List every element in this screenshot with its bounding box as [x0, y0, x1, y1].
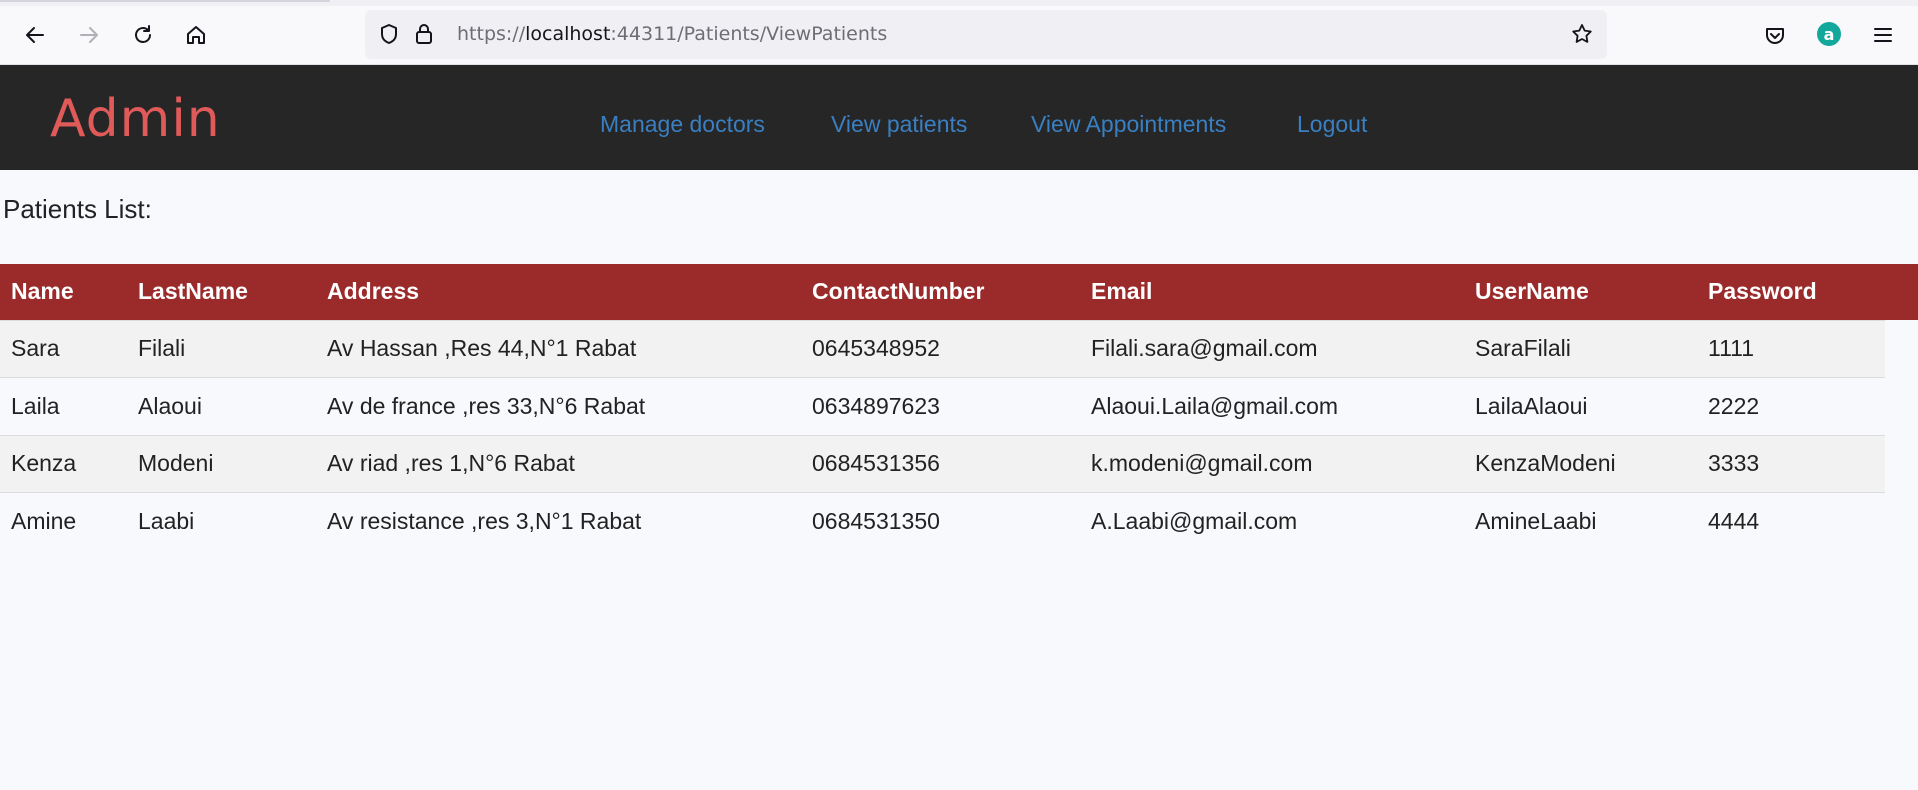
- url-prefix: https://: [457, 23, 526, 45]
- table-row: Amine Laabi Av resistance ,res 3,N°1 Rab…: [0, 492, 1885, 550]
- column-header-lastname: LastName: [138, 278, 248, 305]
- table-header-extension: [1885, 264, 1918, 320]
- cell-contactnumber: 0634897623: [801, 377, 1080, 435]
- cell-address: Av de france ,res 33,N°6 Rabat: [316, 377, 801, 435]
- nav-view-patients[interactable]: View patients: [831, 111, 967, 138]
- table-row: Sara Filali Av Hassan ,Res 44,N°1 Rabat …: [0, 319, 1885, 378]
- cell-lastname: Laabi: [127, 492, 316, 550]
- pocket-icon: [1766, 28, 1784, 44]
- home-icon: [187, 26, 205, 44]
- nav-logout[interactable]: Logout: [1297, 111, 1367, 138]
- home-button[interactable]: [177, 16, 215, 54]
- cell-password: 4444: [1697, 492, 1885, 550]
- cell-password: 3333: [1697, 434, 1885, 493]
- cell-contactnumber: 0684531356: [801, 434, 1080, 493]
- back-button[interactable]: [16, 16, 54, 54]
- cell-contactnumber: 0684531350: [801, 492, 1080, 550]
- cell-email: A.Laabi@gmail.com: [1080, 492, 1464, 550]
- cell-password: 2222: [1697, 377, 1885, 435]
- cell-name: Kenza: [0, 434, 127, 493]
- cell-name: Laila: [0, 377, 127, 435]
- cell-email: Filali.sara@gmail.com: [1080, 319, 1464, 378]
- cell-address: Av Hassan ,Res 44,N°1 Rabat: [316, 319, 801, 378]
- cell-username: SaraFilali: [1464, 319, 1697, 378]
- shield-icon[interactable]: [377, 22, 401, 46]
- lock-icon[interactable]: [412, 22, 436, 46]
- brand-logo[interactable]: Admin: [50, 89, 221, 149]
- column-header-name: Name: [11, 278, 74, 305]
- url-bar[interactable]: https://localhost:44311/Patients/ViewPat…: [365, 10, 1607, 59]
- nav-view-appointments[interactable]: View Appointments: [1031, 111, 1226, 138]
- forward-button[interactable]: [70, 16, 108, 54]
- tab-strip: [0, 0, 1918, 6]
- nav-manage-doctors[interactable]: Manage doctors: [600, 111, 765, 138]
- reload-icon: [135, 25, 151, 43]
- pocket-button[interactable]: [1756, 16, 1794, 54]
- cell-name: Sara: [0, 319, 127, 378]
- menu-button[interactable]: [1864, 16, 1902, 54]
- cell-address: Av riad ,res 1,N°6 Rabat: [316, 434, 801, 493]
- account-avatar-icon[interactable]: a: [1817, 22, 1841, 46]
- table-row: Laila Alaoui Av de france ,res 33,N°6 Ra…: [0, 377, 1885, 435]
- column-header-contactnumber: ContactNumber: [812, 278, 985, 305]
- cell-lastname: Modeni: [127, 434, 316, 493]
- forward-arrow-icon: [80, 27, 98, 43]
- cell-address: Av resistance ,res 3,N°1 Rabat: [316, 492, 801, 550]
- cell-email: Alaoui.Laila@gmail.com: [1080, 377, 1464, 435]
- cell-username: LailaAlaoui: [1464, 377, 1697, 435]
- cell-username: AmineLaabi: [1464, 492, 1697, 550]
- table-header-row: Name LastName Address ContactNumber Emai…: [0, 264, 1885, 320]
- url-text[interactable]: https://localhost:44311/Patients/ViewPat…: [457, 23, 887, 45]
- reload-button[interactable]: [124, 16, 162, 54]
- cell-lastname: Filali: [127, 319, 316, 378]
- column-header-email: Email: [1091, 278, 1153, 305]
- cell-password: 1111: [1697, 319, 1885, 378]
- site-navbar: Admin Manage doctors View patients View …: [0, 65, 1918, 170]
- column-header-address: Address: [327, 278, 420, 305]
- url-host: localhost: [525, 23, 611, 45]
- patients-table: Name LastName Address ContactNumber Emai…: [0, 264, 1885, 550]
- column-header-username: UserName: [1475, 278, 1589, 305]
- cell-username: KenzaModeni: [1464, 434, 1697, 493]
- cell-name: Amine: [0, 492, 127, 550]
- bookmark-star-icon[interactable]: [1570, 22, 1594, 46]
- table-row: Kenza Modeni Av riad ,res 1,N°6 Rabat 06…: [0, 434, 1885, 493]
- hamburger-menu-icon: [1874, 28, 1892, 42]
- cell-lastname: Alaoui: [127, 377, 316, 435]
- url-path: :44311/Patients/ViewPatients: [610, 23, 888, 45]
- cell-contactnumber: 0645348952: [801, 319, 1080, 378]
- browser-toolbar: https://localhost:44311/Patients/ViewPat…: [0, 0, 1918, 65]
- column-header-password: Password: [1708, 278, 1817, 305]
- page-title: Patients List:: [3, 194, 152, 224]
- back-arrow-icon: [26, 27, 44, 43]
- cell-email: k.modeni@gmail.com: [1080, 434, 1464, 493]
